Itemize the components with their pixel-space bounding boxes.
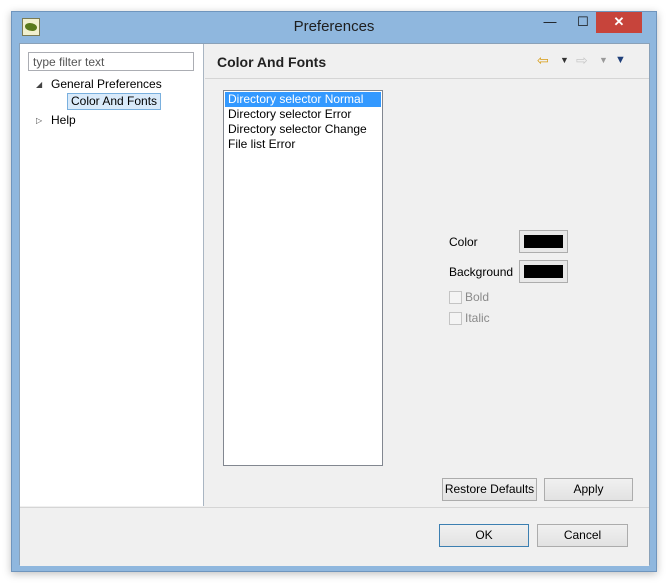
italic-checkbox[interactable]: Italic — [449, 311, 490, 326]
bold-label: Bold — [465, 290, 490, 304]
maximize-button[interactable]: ☐ — [570, 12, 596, 33]
checkbox-box[interactable] — [449, 291, 462, 305]
apply-button[interactable]: Apply — [544, 478, 633, 501]
dialog-button-bar: OK Cancel — [20, 507, 649, 566]
list-item[interactable]: File list Error — [225, 137, 381, 152]
preferences-window: Preferences — ☐ ✕ ◢ General Preferences … — [11, 11, 657, 572]
collapse-arrow-icon[interactable]: ◢ — [36, 76, 42, 93]
italic-label: Italic — [465, 311, 490, 325]
background-label: Background — [449, 265, 514, 279]
close-button[interactable]: ✕ — [596, 12, 642, 33]
expand-arrow-icon[interactable]: ▷ — [36, 112, 42, 129]
restore-defaults-button[interactable]: Restore Defaults — [442, 478, 537, 501]
preference-tree-pane: ◢ General Preferences Color And Fonts ▷ … — [20, 44, 204, 506]
dialog-client-area: ◢ General Preferences Color And Fonts ▷ … — [19, 43, 650, 566]
preference-page: Color And Fonts ⇦ ▼ ⇨ ▼ ▼ Directory sele… — [205, 44, 649, 506]
list-item[interactable]: Directory selector Normal — [225, 92, 381, 107]
title-bar[interactable]: Preferences — ☐ ✕ — [12, 12, 656, 43]
forward-arrow-icon[interactable]: ⇨ — [576, 52, 588, 68]
page-title: Color And Fonts — [217, 54, 327, 70]
background-picker-button[interactable] — [519, 260, 568, 283]
color-item-list[interactable]: Directory selector Normal Directory sele… — [223, 90, 383, 466]
page-header: Color And Fonts ⇦ ▼ ⇨ ▼ ▼ — [205, 44, 649, 79]
list-item[interactable]: Directory selector Change — [225, 122, 381, 137]
tree-item-color-and-fonts[interactable]: Color And Fonts — [67, 93, 162, 110]
tree-item-label: Help — [51, 113, 76, 127]
background-swatch — [524, 265, 563, 278]
filter-input[interactable] — [28, 52, 194, 71]
back-dropdown-icon[interactable]: ▼ — [560, 52, 569, 68]
list-item[interactable]: Directory selector Error — [225, 107, 381, 122]
tree-item-label: General Preferences — [51, 77, 162, 91]
back-arrow-icon[interactable]: ⇦ — [537, 52, 549, 68]
cancel-button[interactable]: Cancel — [537, 524, 628, 547]
forward-dropdown-icon[interactable]: ▼ — [599, 52, 608, 68]
color-swatch — [524, 235, 563, 248]
color-picker-button[interactable] — [519, 230, 568, 253]
color-label: Color — [449, 235, 478, 249]
ok-button[interactable]: OK — [439, 524, 529, 547]
view-menu-icon[interactable]: ▼ — [615, 52, 626, 68]
checkbox-box[interactable] — [449, 312, 462, 326]
minimize-button[interactable]: — — [537, 12, 563, 33]
bold-checkbox[interactable]: Bold — [449, 290, 490, 305]
